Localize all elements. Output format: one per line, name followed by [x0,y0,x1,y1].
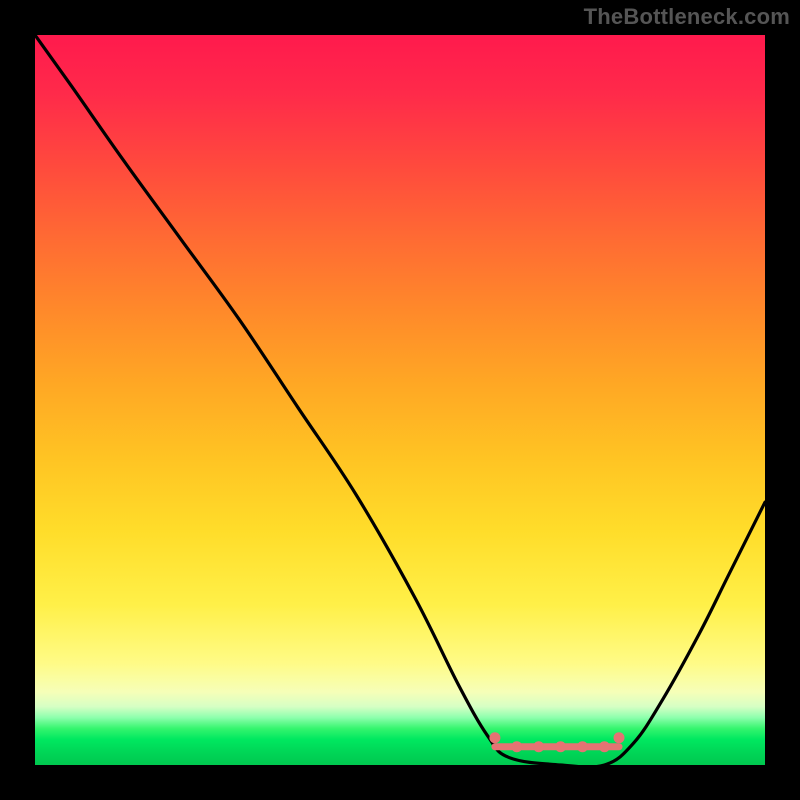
flat-region-dot [577,741,588,752]
curve-layer [35,35,765,765]
flat-region-dot [555,741,566,752]
plot-area [35,35,765,765]
flat-region-dot [489,732,500,743]
chart-frame: TheBottleneck.com [0,0,800,800]
watermark-text: TheBottleneck.com [584,4,790,30]
flat-region-dot [533,741,544,752]
flat-region-dot [511,741,522,752]
flat-region-dot [599,741,610,752]
flat-region-dot [614,732,625,743]
bottleneck-curve-path [35,35,765,765]
